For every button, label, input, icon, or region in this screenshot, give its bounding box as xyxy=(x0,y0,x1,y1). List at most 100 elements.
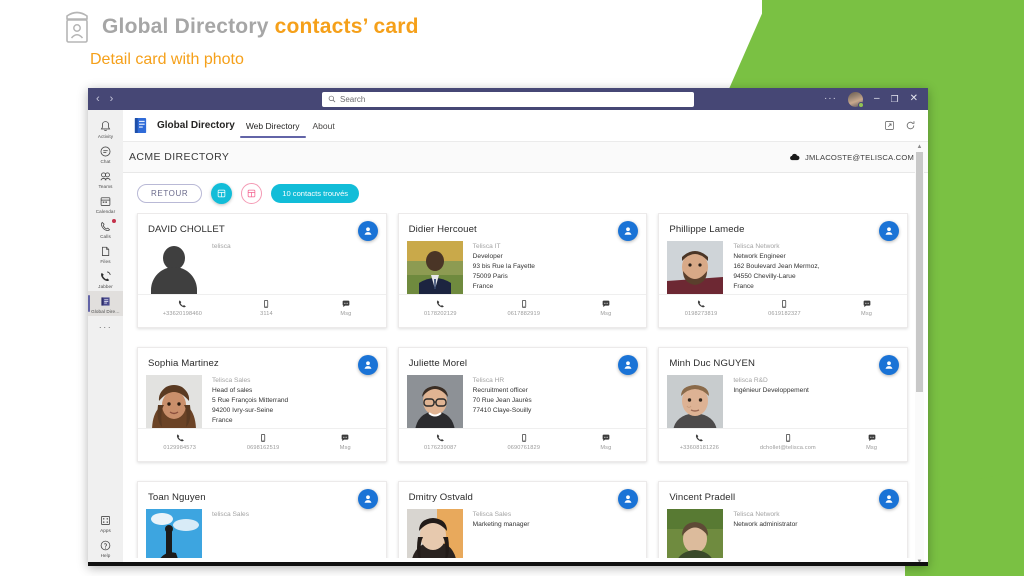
app-name: Global Directory xyxy=(157,120,235,131)
sidebar-item-activity[interactable]: Activity xyxy=(88,116,123,141)
cloud-icon xyxy=(790,153,800,161)
call-action[interactable]: 0129984573 xyxy=(163,433,196,451)
vertical-scrollbar[interactable]: ▲ ▼ xyxy=(915,142,924,566)
contact-body: Telisca Sales Head of sales 5 Rue Franço… xyxy=(138,375,386,433)
tab-web-directory[interactable]: Web Directory xyxy=(239,113,306,139)
call-action[interactable]: +33608181226 xyxy=(680,433,719,451)
message-bubble-icon xyxy=(602,300,610,308)
contact-body: telisca xyxy=(138,241,386,299)
contact-card[interactable]: Sophia Martinez Telisca Sales Head of sa… xyxy=(137,347,387,462)
contact-card[interactable]: Dmitry Ostvald Telisca Sales Marketing m… xyxy=(397,481,648,558)
sidebar-item-chat[interactable]: Chat xyxy=(88,141,123,166)
message-label: Msg xyxy=(861,311,873,317)
message-action[interactable]: Msg xyxy=(857,433,887,451)
contact-badge-button[interactable] xyxy=(879,489,899,509)
contact-card[interactable]: Phillippe Lamede Telisca Network Network… xyxy=(658,213,908,328)
call-action[interactable]: +33620198460 xyxy=(163,299,202,317)
mobile-action[interactable]: 0698162519 xyxy=(247,433,280,451)
overflow-menu-button[interactable]: ··· xyxy=(824,94,837,104)
scroll-up-arrow[interactable]: ▲ xyxy=(915,142,924,151)
call-number: 0198273819 xyxy=(684,311,718,317)
minimize-button[interactable]: – xyxy=(874,94,880,104)
message-action[interactable]: Msg xyxy=(331,299,361,317)
tab-about[interactable]: About xyxy=(311,113,337,139)
mobile-phone-icon xyxy=(261,434,266,442)
page-subtitle: Detail card with photo xyxy=(90,51,244,68)
sidebar-item-calls[interactable]: Calls xyxy=(88,216,123,241)
search-input[interactable]: Search xyxy=(322,91,694,107)
contact-badge-button[interactable] xyxy=(357,221,378,241)
sidebar-label: Apps xyxy=(100,528,111,533)
contact-badge-button[interactable] xyxy=(879,221,899,241)
mobile-action[interactable]: 0617882919 xyxy=(507,299,540,317)
message-action[interactable]: Msg xyxy=(591,433,621,451)
popout-icon[interactable] xyxy=(884,120,895,131)
contact-card[interactable]: DAVID CHOLLET telisca +33620198460 3114 … xyxy=(137,213,387,328)
mobile-action[interactable]: 0690761829 xyxy=(507,433,540,451)
contact-name: Dmitry Ostvald xyxy=(408,492,473,503)
contact-card[interactable]: Didier Hercouet Telisca IT Developer 93 … xyxy=(397,213,648,328)
sidebar-more-button[interactable]: ··· xyxy=(99,322,113,332)
contact-badge-button[interactable] xyxy=(879,355,899,375)
contact-address2: 94550 Chevilly-Larue xyxy=(733,273,796,281)
message-action[interactable]: Msg xyxy=(852,299,882,317)
sidebar-item-calendar[interactable]: Calendar xyxy=(88,191,123,216)
table-view-button[interactable] xyxy=(241,182,263,204)
sidebar-item-jabber[interactable]: Jabber xyxy=(88,266,123,291)
call-number: 0178202129 xyxy=(424,311,457,317)
contact-actions: 0198273819 0619182327 Msg xyxy=(659,294,907,327)
directory-header: ACME DIRECTORY JMLACOSTE@TELISCA.COM xyxy=(123,142,928,173)
grid-view-button[interactable] xyxy=(211,182,233,204)
contact-person-icon xyxy=(624,227,632,235)
sidebar-item-teams[interactable]: Teams xyxy=(88,166,123,191)
directory-title: ACME DIRECTORY xyxy=(129,151,230,163)
message-action[interactable]: Msg xyxy=(591,299,621,317)
message-bubble-icon xyxy=(602,434,610,442)
close-button[interactable]: ✕ xyxy=(910,94,918,104)
scrollbar-thumb[interactable] xyxy=(916,152,923,392)
contact-card[interactable]: Vincent Pradell Telisca Network Network … xyxy=(658,481,908,558)
calls-badge xyxy=(112,219,116,223)
contact-card[interactable]: Juliette Morel Telisca HR Recruitment of… xyxy=(397,347,648,462)
message-action[interactable]: Msg xyxy=(330,433,360,451)
contact-title: Developer xyxy=(472,253,503,261)
mobile-action[interactable]: 3114 xyxy=(251,299,281,317)
contact-photo-image xyxy=(146,509,202,558)
contact-address1: 162 Boulevard Jean Mermoz, xyxy=(733,263,820,271)
phone-icon xyxy=(101,221,111,232)
sidebar-item-apps[interactable]: Apps xyxy=(88,510,123,535)
contact-name: Vincent Pradell xyxy=(669,492,736,503)
contact-badge-button[interactable] xyxy=(357,489,378,509)
contact-title: Recruitment officer xyxy=(472,387,528,395)
contact-org: telisca Sales xyxy=(212,511,250,518)
contact-country: France xyxy=(733,283,754,291)
contact-body: telisca R&D Ingénieur Developpement xyxy=(659,375,907,433)
sidebar-item-files[interactable]: Files xyxy=(88,241,123,266)
message-bubble-icon xyxy=(342,300,350,308)
contact-card[interactable]: Minh Duc NGUYEN telisca R&D Ingénieur De… xyxy=(658,347,908,462)
refresh-icon[interactable] xyxy=(905,120,916,131)
back-button[interactable]: ‹ xyxy=(96,93,100,105)
call-action[interactable]: 0178202129 xyxy=(424,299,457,317)
contact-name: Sophia Martinez xyxy=(148,358,219,369)
presence-indicator xyxy=(857,101,864,108)
sidebar-item-help[interactable]: Help xyxy=(88,535,123,560)
forward-button[interactable]: › xyxy=(110,93,114,105)
maximize-button[interactable]: ❐ xyxy=(891,94,899,104)
back-button[interactable]: RETOUR xyxy=(137,183,203,203)
message-label: Msg xyxy=(600,311,612,317)
teams-icon xyxy=(100,172,111,181)
sidebar-item-global-directory[interactable]: Global Dire… xyxy=(88,291,123,316)
mobile-action[interactable]: dchollet@telisca.com xyxy=(760,433,816,451)
contact-badge-button[interactable] xyxy=(357,355,378,375)
contact-name: Didier Hercouet xyxy=(408,224,477,235)
contact-card[interactable]: Toan Nguyen telisca Sales xyxy=(137,481,387,558)
mobile-action[interactable]: 0619182327 xyxy=(768,299,801,317)
call-action[interactable]: 0176239087 xyxy=(424,433,457,451)
message-label: Msg xyxy=(866,445,878,451)
call-action[interactable]: 0198273819 xyxy=(685,299,718,317)
contact-actions: 0178202129 0617882919 Msg xyxy=(398,294,647,327)
phone-handset-icon xyxy=(697,300,705,308)
user-avatar[interactable] xyxy=(847,91,864,108)
silhouette-avatar-icon xyxy=(146,241,202,297)
